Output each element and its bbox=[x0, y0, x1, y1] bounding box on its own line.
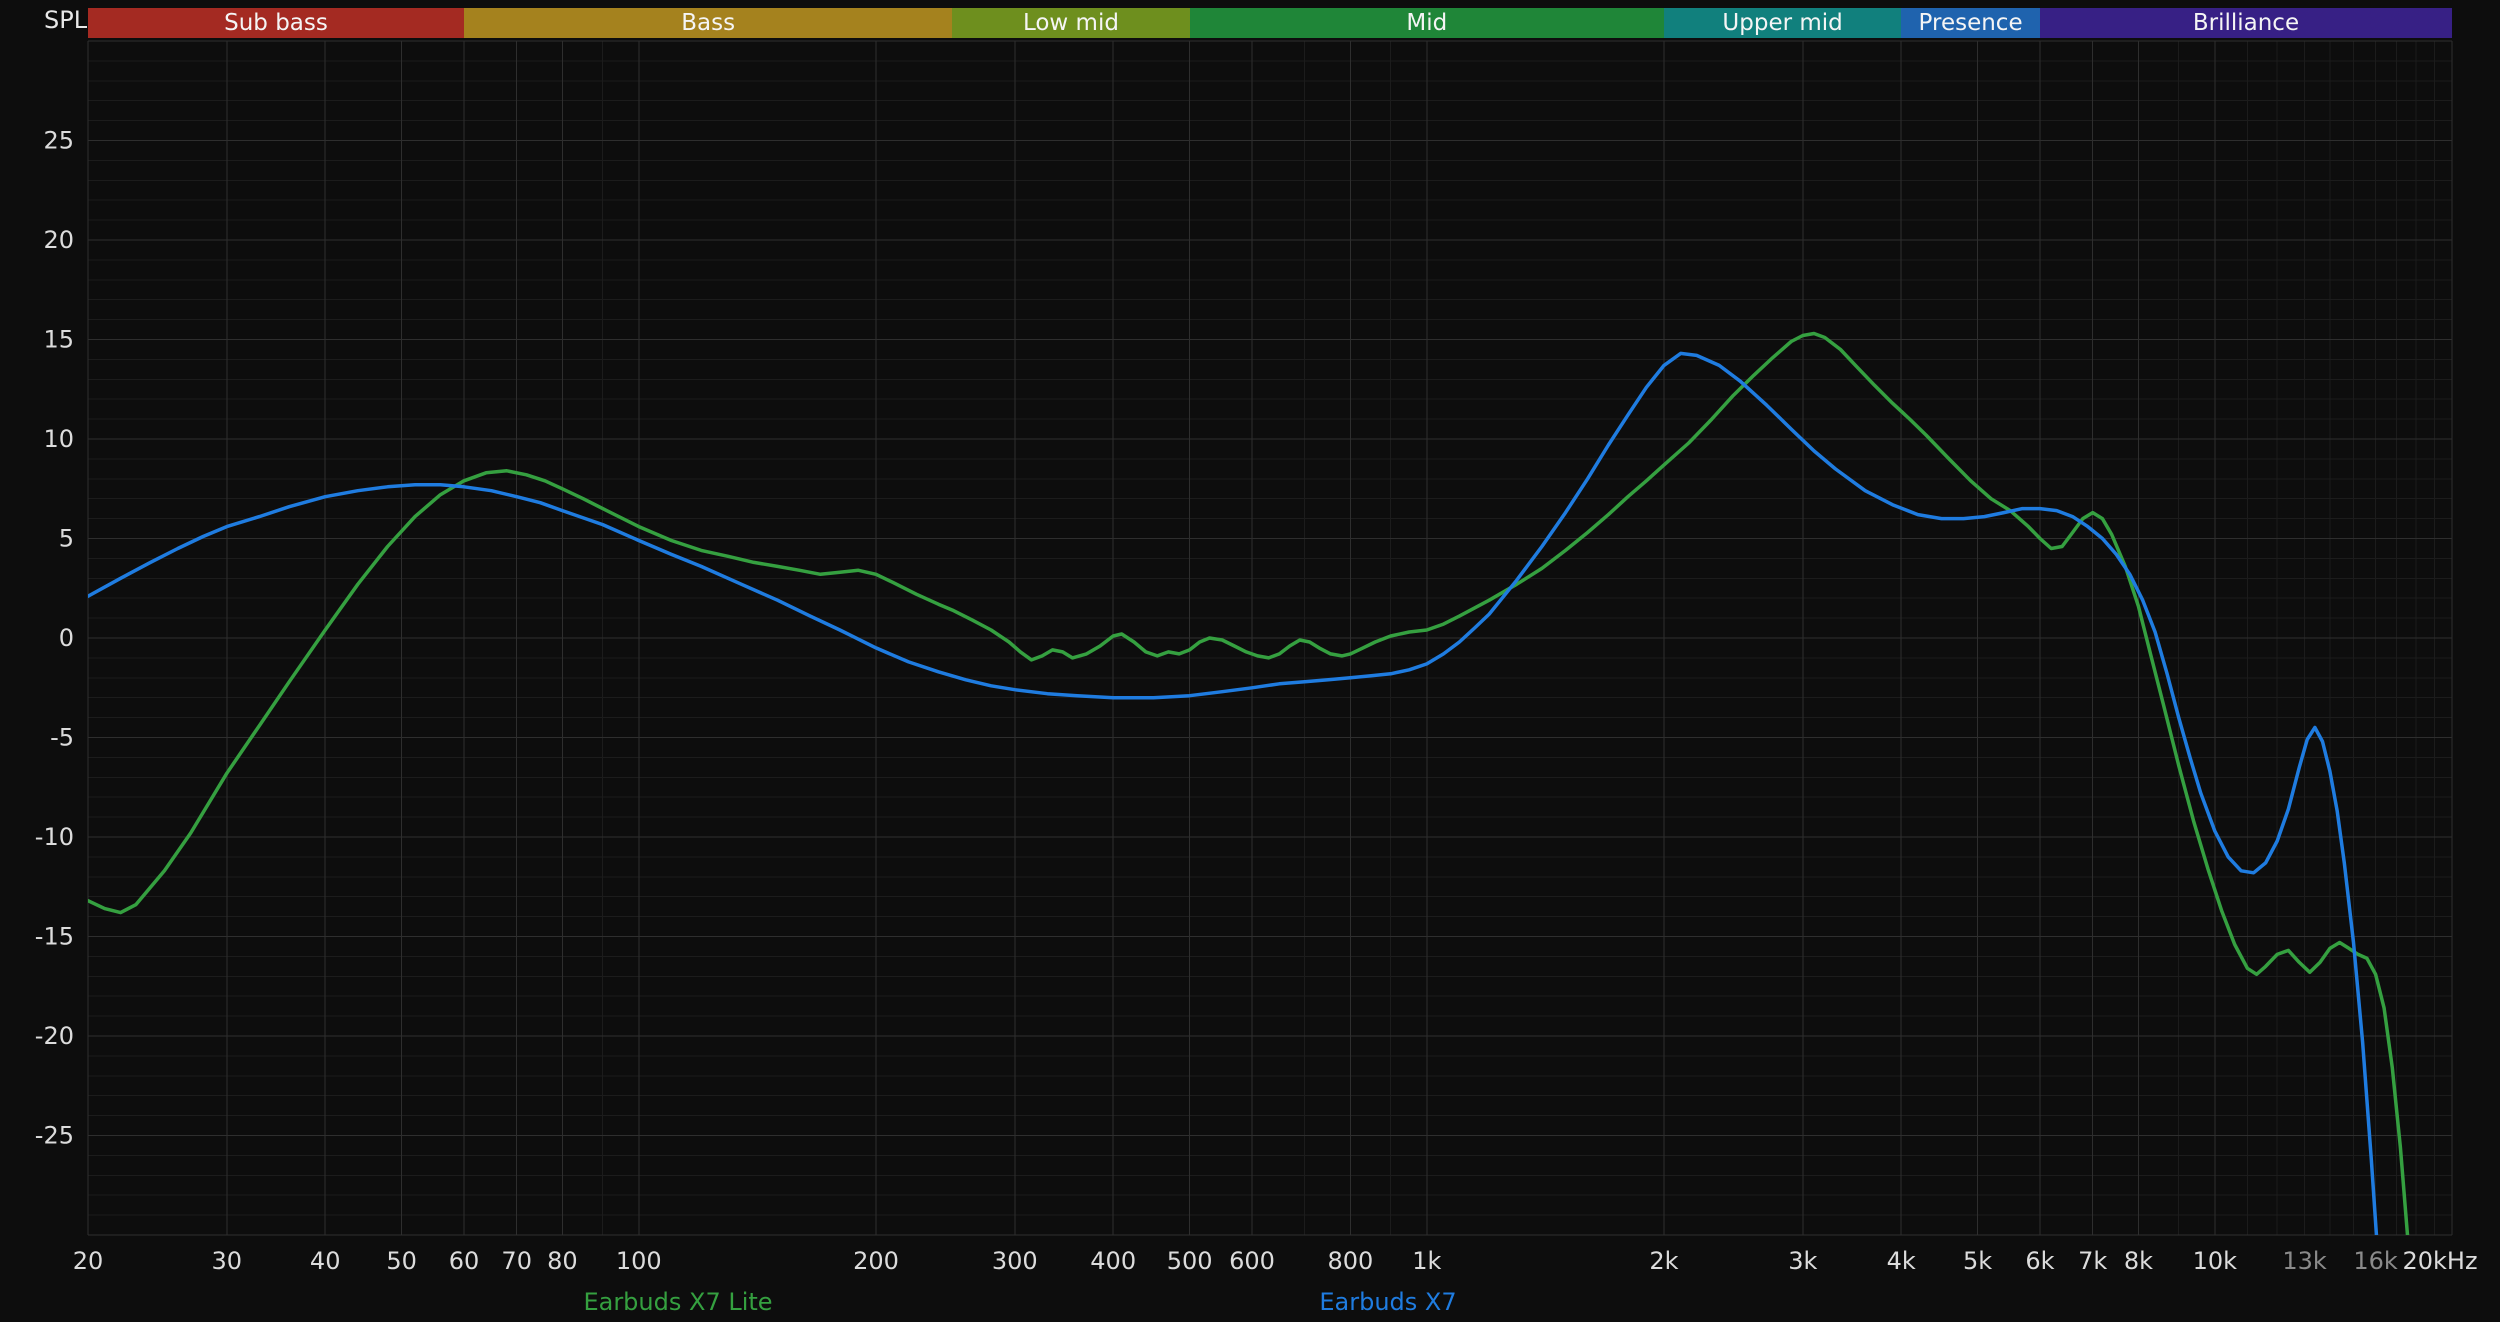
x-tick-20: 20 bbox=[73, 1247, 104, 1275]
legend: Earbuds X7 Lite Earbuds X7 bbox=[0, 1288, 2500, 1318]
legend-earbuds-x7-lite[interactable]: Earbuds X7 Lite bbox=[583, 1288, 772, 1316]
x-tick-100: 100 bbox=[616, 1247, 662, 1275]
x-tick-50: 50 bbox=[386, 1247, 417, 1275]
x-tick-800: 800 bbox=[1327, 1247, 1373, 1275]
x-tick-7k: 7k bbox=[2078, 1247, 2107, 1275]
x-tick-1k: 1k bbox=[1412, 1247, 1441, 1275]
x-tick-500: 500 bbox=[1167, 1247, 1213, 1275]
y-tick--20: -20 bbox=[35, 1022, 74, 1050]
legend-earbuds-x7[interactable]: Earbuds X7 bbox=[1319, 1288, 1456, 1316]
x-tick-80: 80 bbox=[547, 1247, 578, 1275]
y-tick-20: 20 bbox=[43, 226, 74, 254]
curve-earbuds-x7[interactable] bbox=[88, 353, 2382, 1314]
x-tick-8k: 8k bbox=[2124, 1247, 2153, 1275]
x-tick-20kHz: 20kHz bbox=[2402, 1247, 2477, 1275]
x-tick-4k: 4k bbox=[1887, 1247, 1916, 1275]
y-tick--10: -10 bbox=[35, 823, 74, 851]
x-tick-5k: 5k bbox=[1963, 1247, 1992, 1275]
x-tick-200: 200 bbox=[853, 1247, 899, 1275]
x-tick-16k: 16k bbox=[2353, 1247, 2398, 1275]
y-tick--5: -5 bbox=[50, 724, 74, 752]
x-tick-60: 60 bbox=[449, 1247, 480, 1275]
x-tick-40: 40 bbox=[310, 1247, 341, 1275]
x-tick-300: 300 bbox=[992, 1247, 1038, 1275]
y-tick--15: -15 bbox=[35, 923, 74, 951]
x-tick-600: 600 bbox=[1229, 1247, 1275, 1275]
x-tick-10k: 10k bbox=[2193, 1247, 2238, 1275]
frequency-response-chart: SPL Sub bassBassLow midMidUpper midPrese… bbox=[0, 0, 2500, 1322]
y-tick-15: 15 bbox=[43, 326, 74, 354]
y-tick-25: 25 bbox=[43, 127, 74, 155]
x-tick-400: 400 bbox=[1090, 1247, 1136, 1275]
x-tick-2k: 2k bbox=[1649, 1247, 1678, 1275]
x-tick-13k: 13k bbox=[2282, 1247, 2327, 1275]
x-tick-70: 70 bbox=[501, 1247, 532, 1275]
y-tick-10: 10 bbox=[43, 425, 74, 453]
plot-area: 203040506070801002003004005006008001k2k3… bbox=[0, 0, 2500, 1322]
y-tick-0: 0 bbox=[59, 624, 74, 652]
y-tick--25: -25 bbox=[35, 1122, 74, 1150]
curve-earbuds-x7-lite[interactable] bbox=[88, 334, 2414, 1315]
x-tick-3k: 3k bbox=[1788, 1247, 1817, 1275]
x-tick-6k: 6k bbox=[2025, 1247, 2054, 1275]
x-tick-30: 30 bbox=[212, 1247, 243, 1275]
y-tick-5: 5 bbox=[59, 525, 74, 553]
